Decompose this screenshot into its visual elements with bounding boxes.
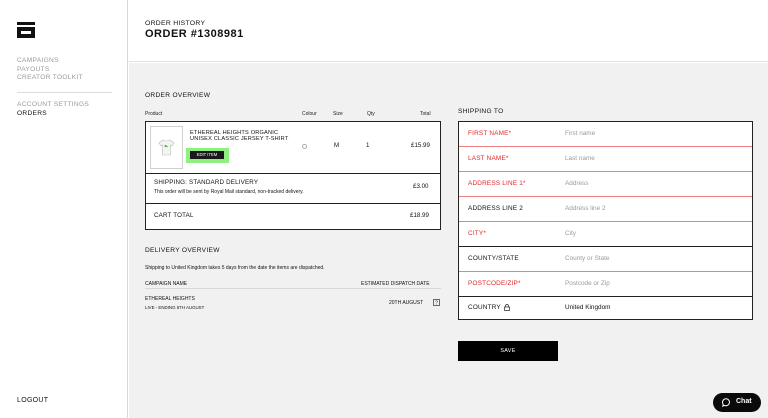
save-button[interactable]: SAVE: [458, 341, 558, 361]
order-summary-box: ETHEREAL HEIGHTS ORGANIC UNISEX CLASSIC …: [145, 121, 441, 230]
country-label: COUNTRY: [468, 304, 501, 311]
first-name-label: FIRST NAME*: [468, 130, 512, 137]
divider: [146, 203, 440, 204]
city-label: CITY*: [468, 230, 487, 237]
col-product: Product: [145, 111, 163, 117]
address-line-1-row: ADDRESS LINE 1* Address: [459, 172, 752, 197]
page-header: ORDER HISTORY ORDER #1308981: [129, 0, 768, 62]
col-colour: Colour: [302, 111, 317, 117]
chat-button[interactable]: Chat: [713, 393, 761, 412]
county-state-label: COUNTY/STATE: [468, 255, 519, 262]
item-size: M: [334, 142, 340, 149]
colour-swatch[interactable]: [302, 144, 307, 149]
page-title: ORDER #1308981: [145, 28, 244, 40]
col-qty: Qty: [367, 111, 375, 117]
sidebar-item-orders[interactable]: ORDERS: [17, 110, 89, 119]
edit-item-button[interactable]: EDIT ITEM: [190, 151, 224, 159]
item-qty: 1: [366, 142, 370, 149]
col-size: Size: [333, 111, 343, 117]
city-field[interactable]: City: [565, 230, 576, 237]
campaign-status: LIVE - ENDING 6TH AUGUST: [145, 305, 205, 310]
campaign-name: ETHEREAL HEIGHTS: [145, 296, 195, 302]
chat-bubble-icon: [722, 398, 730, 407]
postcode-field[interactable]: Postcode or Zip: [565, 280, 610, 287]
cart-total-label: CART TOTAL: [154, 212, 194, 219]
city-row: CITY* City: [459, 222, 752, 247]
divider: [145, 288, 441, 289]
last-name-label: LAST NAME*: [468, 155, 509, 162]
svg-text:?: ?: [435, 301, 438, 307]
first-name-field[interactable]: First name: [565, 130, 595, 137]
county-state-row: COUNTY/STATE County or State: [459, 247, 752, 272]
country-field[interactable]: United Kingdom: [565, 304, 610, 311]
shipping-method: SHIPPING: STANDARD DELIVERY: [154, 179, 259, 186]
product-name: ETHEREAL HEIGHTS ORGANIC UNISEX CLASSIC …: [190, 130, 289, 143]
county-state-field[interactable]: County or State: [565, 255, 609, 262]
help-icon[interactable]: ?: [433, 299, 440, 306]
postcode-row: POSTCODE/ZIP* Postcode or Zip: [459, 272, 752, 297]
item-total: £15.99: [411, 142, 430, 149]
shipping-to-title: SHIPPING TO: [458, 108, 504, 115]
last-name-field[interactable]: Last name: [565, 155, 595, 162]
shipping-form: FIRST NAME* First name LAST NAME* Last n…: [458, 121, 753, 320]
order-overview-title: ORDER OVERVIEW: [145, 92, 211, 99]
divider: [146, 173, 440, 174]
postcode-label: POSTCODE/ZIP*: [468, 280, 521, 287]
sidebar-nav-primary: CAMPAIGNS PAYOUTS CREATOR TOOLKIT: [17, 57, 83, 83]
first-name-row: FIRST NAME* First name: [459, 122, 752, 147]
last-name-row: LAST NAME* Last name: [459, 147, 752, 172]
delivery-overview-title: DELIVERY OVERVIEW: [145, 247, 220, 254]
product-thumbnail: [150, 126, 183, 169]
address-line-2-field[interactable]: Address line 2: [565, 205, 606, 212]
shipping-note: This order will be sent by Royal Mail st…: [154, 189, 304, 195]
address-line-2-label: ADDRESS LINE 2: [468, 205, 524, 212]
sidebar-item-account-settings[interactable]: ACCOUNT SETTINGS: [17, 101, 89, 110]
country-row: COUNTRY United Kingdom: [459, 296, 752, 321]
breadcrumb[interactable]: ORDER HISTORY: [145, 20, 205, 27]
sidebar-item-campaigns[interactable]: CAMPAIGNS: [17, 57, 83, 66]
tshirt-icon: [158, 139, 175, 156]
address-line-2-row: ADDRESS LINE 2 Address line 2: [459, 197, 752, 222]
sidebar-item-payouts[interactable]: PAYOUTS: [17, 66, 83, 75]
campaign-name-header: CAMPAIGN NAME: [145, 281, 188, 287]
cart-total-value: £18.99: [410, 212, 429, 219]
sidebar-nav-account: ACCOUNT SETTINGS ORDERS: [17, 101, 89, 118]
address-line-1-field[interactable]: Address: [565, 180, 588, 187]
brand-logo-icon[interactable]: [17, 22, 35, 38]
chat-label: Chat: [736, 398, 752, 405]
address-line-1-label: ADDRESS LINE 1*: [468, 180, 526, 187]
dispatch-date: 20TH AUGUST: [389, 300, 424, 306]
sidebar: CAMPAIGNS PAYOUTS CREATOR TOOLKIT ACCOUN…: [0, 0, 128, 418]
delivery-note: Shipping to United Kingdom takes 5 days …: [145, 265, 325, 271]
sidebar-divider: [17, 92, 112, 93]
sidebar-item-creator-toolkit[interactable]: CREATOR TOOLKIT: [17, 74, 83, 83]
lock-icon: [504, 304, 510, 311]
col-total: Total: [420, 111, 431, 117]
dispatch-date-header: ESTIMATED DISPATCH DATE: [361, 281, 430, 287]
logout-link[interactable]: LOGOUT: [17, 397, 48, 404]
edit-item-highlight: EDIT ITEM: [186, 148, 229, 163]
shipping-price: £3.00: [413, 183, 429, 190]
